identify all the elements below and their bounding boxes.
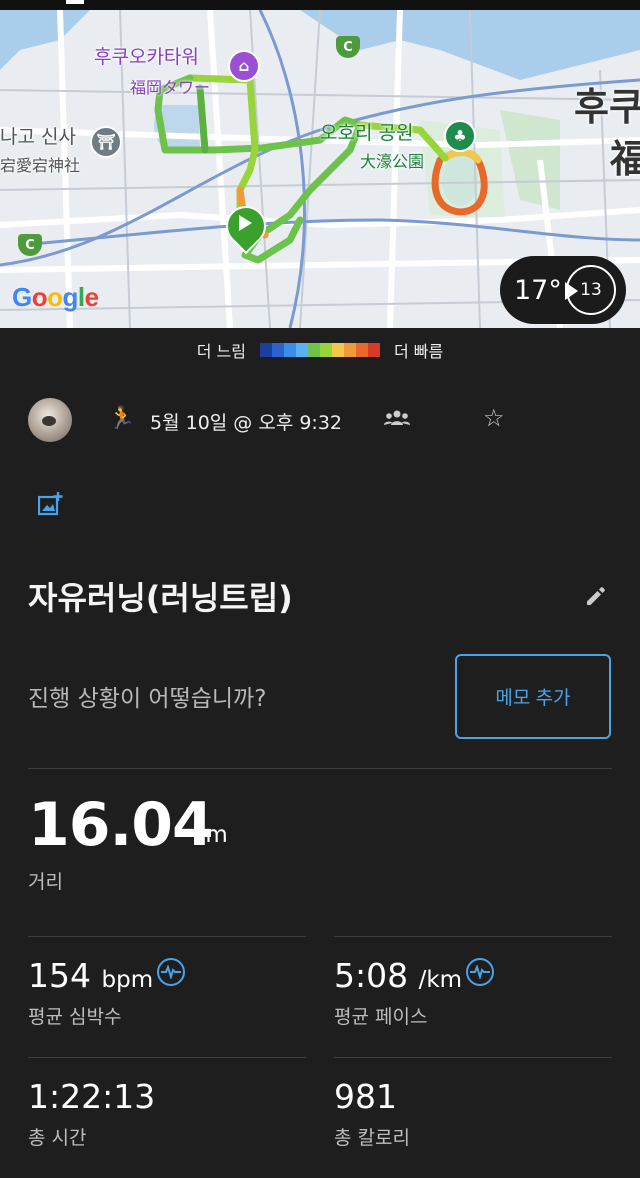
- add-photo-icon[interactable]: [38, 492, 64, 516]
- map-label-tower-kr: 후쿠오카타워: [94, 46, 199, 68]
- legend-swatch: [260, 343, 272, 357]
- distance-value: 16.04: [28, 790, 214, 860]
- group-icon[interactable]: [384, 408, 410, 428]
- star-icon[interactable]: ☆: [483, 404, 505, 432]
- heart-rate-value: 154: [28, 956, 91, 995]
- legend-slow-label: 더 느림: [196, 342, 246, 361]
- legend-swatch: [272, 343, 284, 357]
- divider: [334, 1057, 612, 1058]
- play-icon: [239, 215, 252, 231]
- legend-swatch: [356, 343, 368, 357]
- legend-swatch: [296, 343, 308, 357]
- map-label-park-kr: 오호리 공원: [320, 122, 414, 144]
- pace-legend: 더 느림 더 빠름: [0, 328, 640, 372]
- legend-fast-label: 더 빠름: [394, 342, 444, 361]
- activity-datetime: 5월 10일 @ 오후 9:32: [150, 412, 343, 434]
- heart-rate-unit: bpm: [101, 967, 154, 993]
- route-map[interactable]: 후쿠오카타워 福岡タワー ⌂ 나고 신사 宕愛宕神社 ⛩ 오호리 공원 大濠公園…: [0, 10, 640, 328]
- avatar[interactable]: [28, 398, 72, 442]
- edit-icon[interactable]: [584, 584, 608, 608]
- pace-value: 5:08: [334, 956, 409, 995]
- park-poi-icon[interactable]: ♣: [444, 120, 476, 152]
- wind-speed: 13: [565, 265, 616, 315]
- legend-swatch: [332, 343, 344, 357]
- weather-badge: 17° 13: [500, 256, 626, 324]
- legend-swatch: [320, 343, 332, 357]
- legend-swatch: [284, 343, 296, 357]
- add-memo-button[interactable]: 메모 추가: [455, 654, 611, 739]
- map-label-shrine-kr: 나고 신사: [0, 126, 76, 148]
- heart-rate-stat: 154 bpm: [28, 956, 153, 995]
- map-label-tower-jp: 福岡タワー: [130, 78, 211, 97]
- divider: [334, 936, 612, 937]
- legend-swatch: [368, 343, 380, 357]
- wind-direction-icon: [565, 282, 578, 300]
- divider: [28, 1057, 306, 1058]
- distance-label: 거리: [28, 871, 63, 893]
- legend-color-bar: [260, 343, 380, 357]
- heart-rate-label: 평균 심박수: [28, 1006, 122, 1028]
- running-icon: 🏃: [108, 406, 136, 431]
- temperature: 17°: [514, 274, 562, 306]
- pace-label: 평균 페이스: [334, 1006, 428, 1028]
- calories-value: 981: [334, 1077, 397, 1116]
- progress-question: 진행 상황이 어떻습니까?: [28, 686, 267, 712]
- pace-stat: 5:08 /km: [334, 956, 462, 995]
- map-label-shrine-jp: 宕愛宕神社: [0, 156, 81, 175]
- activity-title[interactable]: 자유러닝(러닝트립): [28, 573, 293, 619]
- calories-label: 총 칼로리: [334, 1127, 410, 1149]
- map-label-park-jp: 大濠公園: [360, 152, 425, 171]
- wind-speed-value: 13: [580, 280, 602, 300]
- legend-swatch: [308, 343, 320, 357]
- total-time-value: 1:22:13: [28, 1077, 156, 1116]
- divider: [28, 936, 306, 937]
- status-bar: [0, 0, 640, 10]
- legend-swatch: [344, 343, 356, 357]
- pace-unit: /km: [418, 967, 463, 993]
- map-label-city-kr: 후쿠: [574, 85, 640, 129]
- shrine-poi-icon[interactable]: ⛩: [90, 126, 122, 158]
- map-label-city-jp: 福: [610, 137, 640, 181]
- google-logo: Google: [12, 282, 99, 312]
- heart-rate-chart-icon[interactable]: [157, 958, 185, 986]
- distance-unit: km: [192, 822, 228, 848]
- divider: [28, 768, 612, 769]
- tower-poi-icon[interactable]: ⌂: [228, 50, 260, 82]
- status-indicator: [66, 0, 84, 4]
- pace-chart-icon[interactable]: [466, 958, 494, 986]
- total-time-label: 총 시간: [28, 1127, 87, 1149]
